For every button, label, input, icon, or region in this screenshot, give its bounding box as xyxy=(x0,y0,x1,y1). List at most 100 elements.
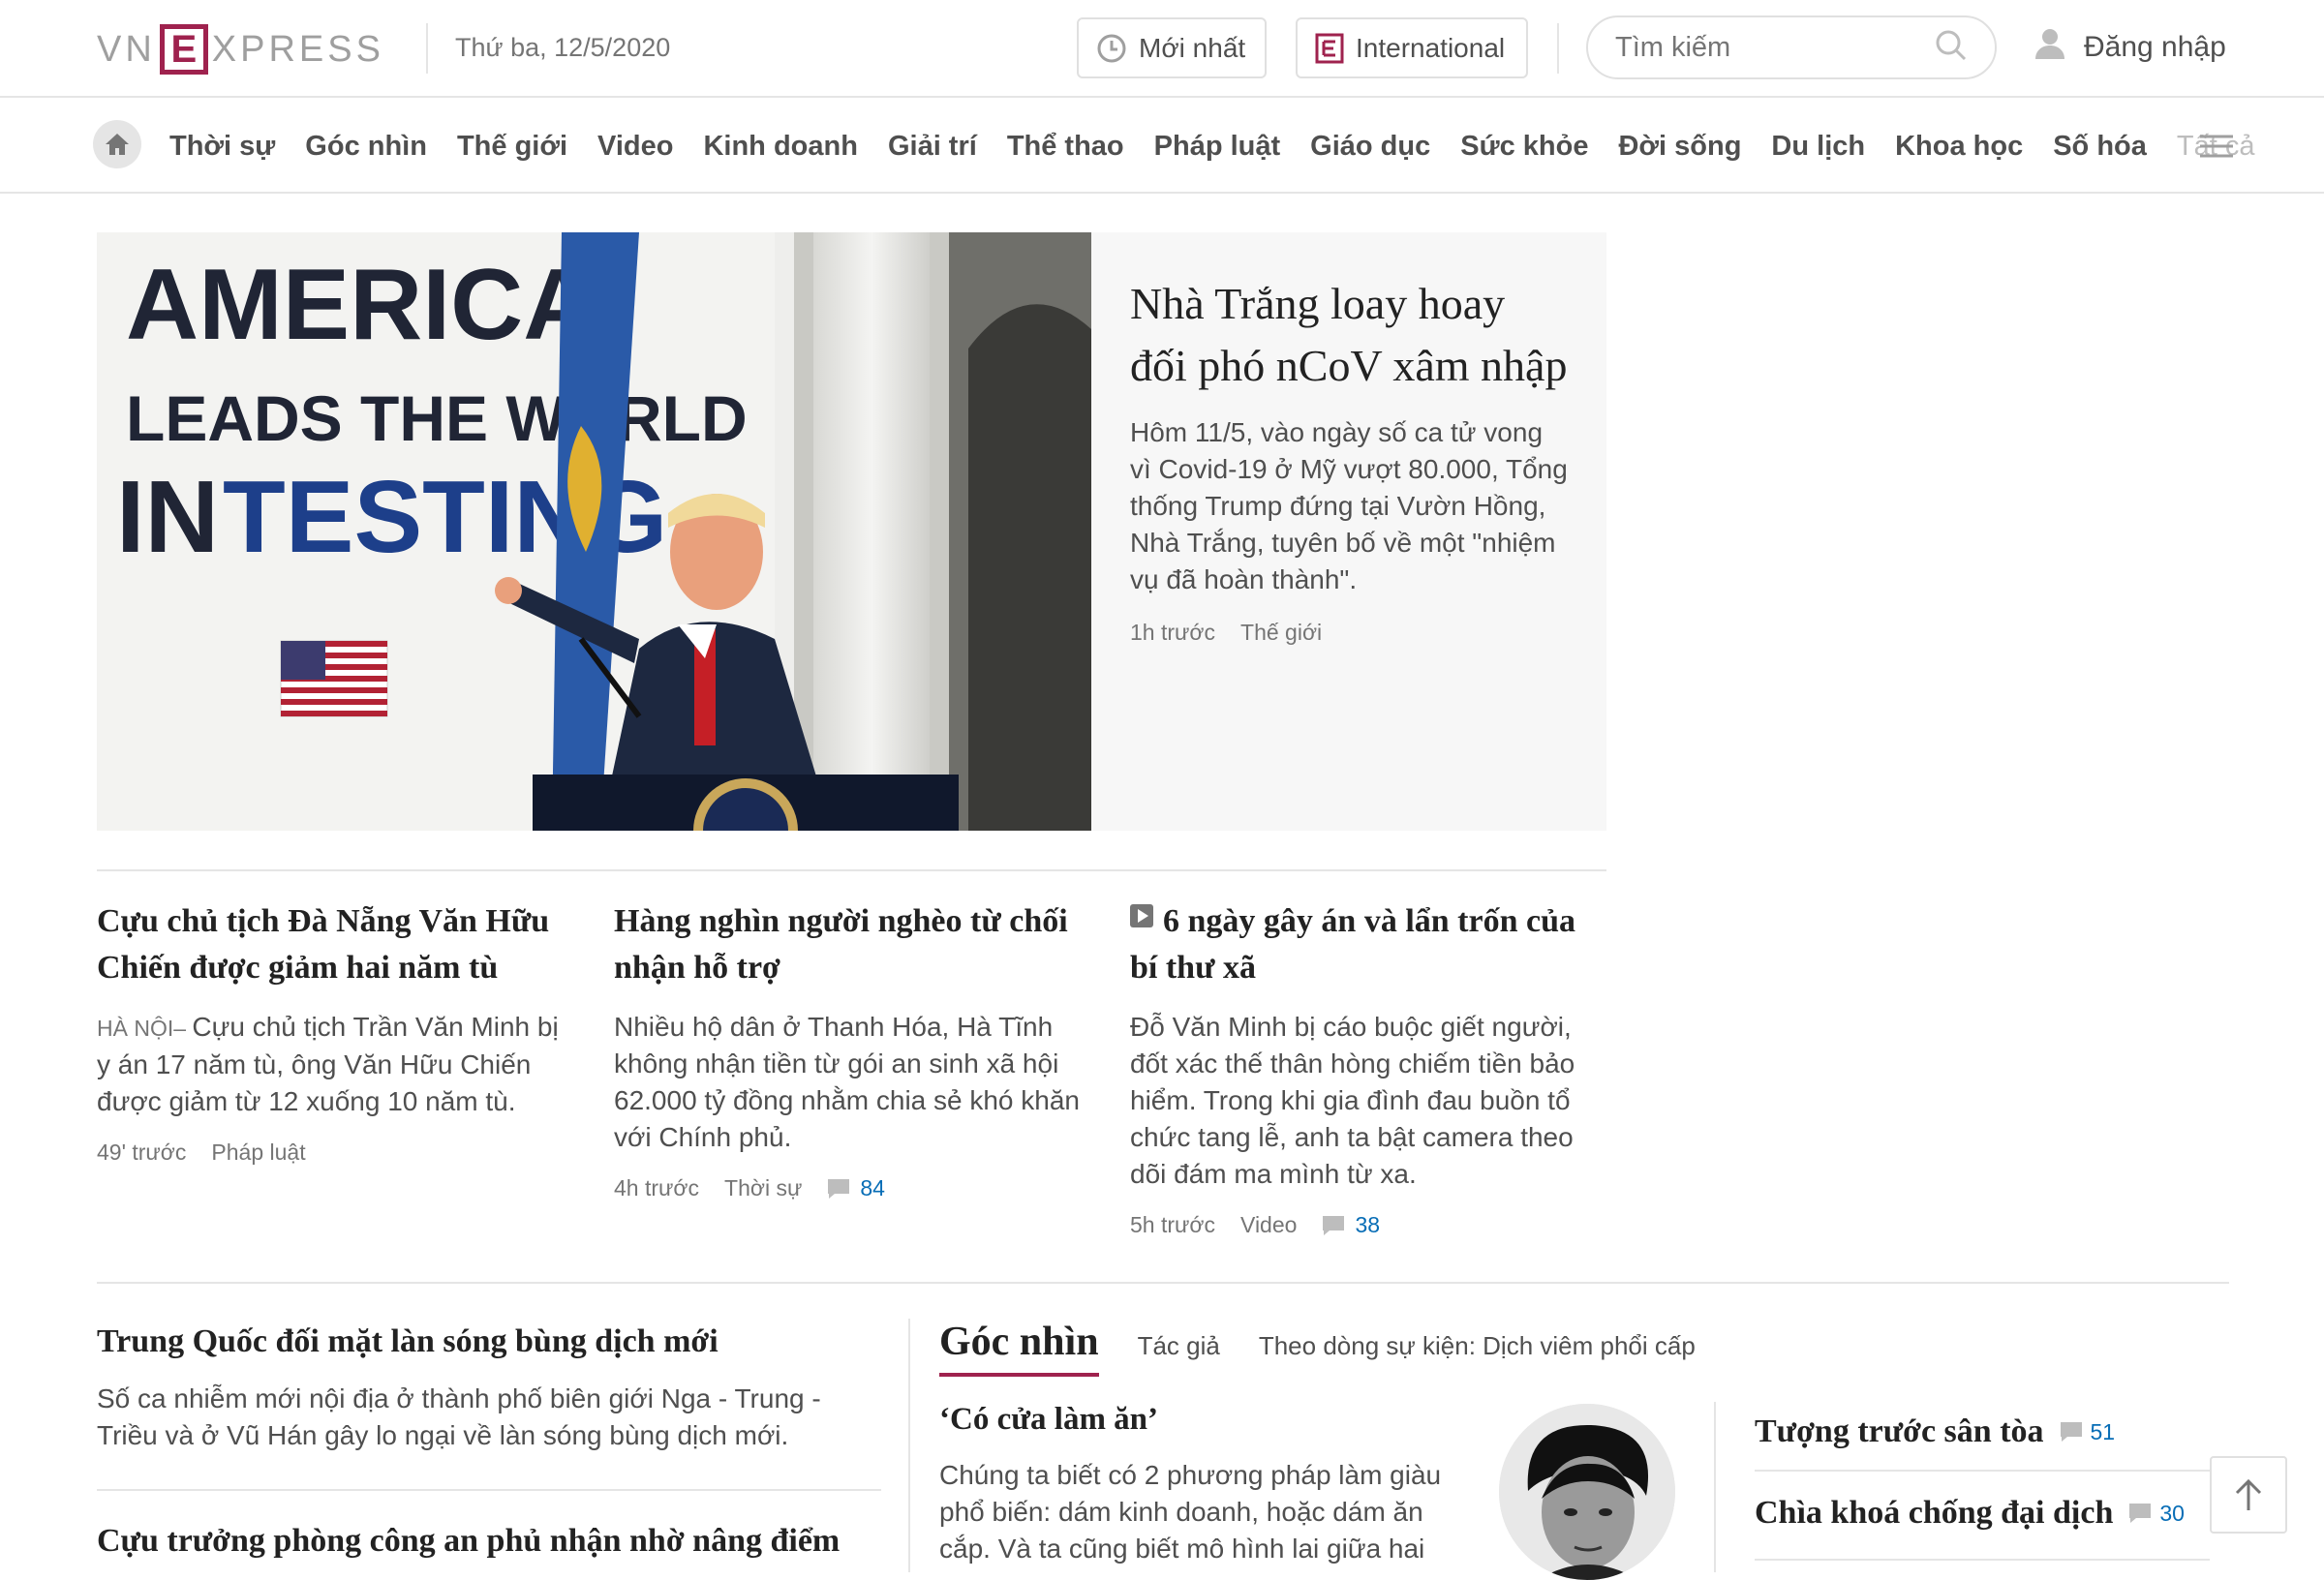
divider xyxy=(1755,1470,2210,1472)
hero-image[interactable]: AMERICA LEADS THE WORLD IN TESTING xyxy=(97,232,1091,831)
nav-item-giai-tri[interactable]: Giải trí xyxy=(888,131,977,163)
nav-items: Thời sự Góc nhìn Thế giới Video Kinh doa… xyxy=(169,131,2272,163)
nav-item-suc-khoe[interactable]: Sức khỏe xyxy=(1460,131,1588,163)
article-description[interactable]: Số ca nhiễm mới nội địa ở thành phố biên… xyxy=(97,1381,881,1454)
logo-e-box: E xyxy=(159,24,208,75)
article-description[interactable]: HÀ NỘI– Cựu chủ tịch Trần Văn Minh bị y … xyxy=(97,1009,576,1120)
article-meta: 4h trước Thời sự 84 xyxy=(614,1175,1093,1201)
banner-line-1: AMERICA xyxy=(126,249,596,361)
search-icon[interactable] xyxy=(1935,29,1968,67)
search-input[interactable]: Tìm kiếm xyxy=(1586,15,1997,79)
article-time: 4h trước xyxy=(614,1175,700,1200)
nav-item-goc-nhin[interactable]: Góc nhìn xyxy=(305,131,427,163)
video-play-icon xyxy=(1130,904,1153,927)
article-description[interactable]: Nhiều hộ dân ở Thanh Hóa, Hà Tĩnh không … xyxy=(614,1009,1093,1156)
divider xyxy=(1755,1559,2210,1561)
article-title[interactable]: 6 ngày gây án và lẩn trốn của bí thư xã xyxy=(1130,898,1609,991)
vnexpress-logo[interactable]: VN E XPRESS xyxy=(97,24,389,75)
comment-count-value: 38 xyxy=(1355,1212,1381,1237)
nav-item-giao-duc[interactable]: Giáo dục xyxy=(1310,131,1430,163)
nav-item-kinh-doanh[interactable]: Kinh doanh xyxy=(703,131,857,163)
article-time: 49' trước xyxy=(97,1139,187,1165)
nav-item-so-hoa[interactable]: Số hóa xyxy=(2053,131,2147,163)
article-title-text: 6 ngày gây án và lẩn trốn của bí thư xã xyxy=(1130,903,1575,986)
opinion-article: ‘Có cửa làm ăn’ Chúng ta biết có 2 phươn… xyxy=(939,1402,1462,1567)
top-header: VN E XPRESS Thứ ba, 12/5/2020 Mới nhất I… xyxy=(0,0,2324,98)
article-category[interactable]: Pháp luật xyxy=(211,1139,305,1166)
user-icon xyxy=(2034,27,2066,68)
side-article[interactable]: Chìa khoá chống đại dịch 30 xyxy=(1755,1495,2185,1532)
article-card: 6 ngày gây án và lẩn trốn của bí thư xã … xyxy=(1130,898,1609,1238)
comment-icon xyxy=(828,1178,850,1199)
hero-category[interactable]: Thế giới xyxy=(1240,620,1322,646)
divider xyxy=(1714,1402,1716,1572)
back-to-top-button[interactable] xyxy=(2210,1456,2287,1534)
divider xyxy=(1557,23,1559,74)
author-avatar[interactable] xyxy=(1499,1404,1675,1580)
nav-item-the-thao[interactable]: Thể thao xyxy=(1007,131,1124,163)
comment-count[interactable]: 51 xyxy=(2060,1418,2116,1445)
divider xyxy=(97,1282,2229,1284)
hero-description[interactable]: Hôm 11/5, vào ngày số ca tử vong vì Covi… xyxy=(1130,414,1568,598)
comment-count[interactable]: 84 xyxy=(827,1175,910,1201)
comment-count-value: 30 xyxy=(2159,1500,2185,1526)
comment-count-value: 84 xyxy=(860,1175,885,1200)
opinion-title[interactable]: ‘Có cửa làm ăn’ xyxy=(939,1402,1462,1438)
login-button[interactable]: Đăng nhập xyxy=(2034,27,2226,68)
article-category[interactable]: Thời sự xyxy=(724,1175,802,1201)
banner-line-3a: IN xyxy=(116,460,219,574)
nav-item-the-gioi[interactable]: Thế giới xyxy=(457,131,567,163)
comment-count[interactable]: 30 xyxy=(2128,1501,2185,1527)
opinion-description[interactable]: Chúng ta biết có 2 phương pháp làm giàu … xyxy=(939,1457,1462,1567)
home-icon[interactable] xyxy=(93,120,141,168)
nav-item-video[interactable]: Video xyxy=(597,131,673,163)
comment-icon xyxy=(1323,1215,1345,1235)
us-flag-icon xyxy=(280,640,388,717)
comment-count-value: 51 xyxy=(2090,1418,2116,1444)
article-meta: 49' trước Pháp luật xyxy=(97,1139,576,1166)
login-label: Đăng nhập xyxy=(2084,31,2226,63)
main-nav: Thời sự Góc nhìn Thế giới Video Kinh doa… xyxy=(0,99,2324,194)
nav-item-doi-song[interactable]: Đời sống xyxy=(1618,131,1741,163)
nav-item-phap-luat[interactable]: Pháp luật xyxy=(1154,131,1281,163)
article-title[interactable]: Hàng nghìn người nghèo từ chối nhận hỗ t… xyxy=(614,898,1093,991)
article-title[interactable]: Cựu trưởng phòng công an phủ nhận nhờ nâ… xyxy=(97,1518,968,1565)
international-button[interactable]: International xyxy=(1296,17,1528,78)
nav-item-du-lich[interactable]: Du lịch xyxy=(1771,131,1865,163)
nav-item-thoi-su[interactable]: Thời sự xyxy=(169,131,275,163)
goc-nhin-tab-author[interactable]: Tác giả xyxy=(1138,1331,1220,1361)
search-placeholder: Tìm kiếm xyxy=(1615,31,1731,63)
goc-nhin-header: Góc nhìn Tác giả Theo dòng sự kiện: Dịch… xyxy=(939,1319,1734,1377)
article-card: Cựu chủ tịch Đà Nẵng Văn Hữu Chiến được … xyxy=(97,898,576,1166)
article-meta: 5h trước Video 38 xyxy=(1130,1212,1609,1238)
nav-item-khoa-hoc[interactable]: Khoa học xyxy=(1895,131,2023,163)
goc-nhin-title[interactable]: Góc nhìn xyxy=(939,1319,1099,1377)
article-card: Trung Quốc đối mặt làn sóng bùng dịch mớ… xyxy=(97,1319,881,1454)
divider xyxy=(426,23,428,74)
menu-icon[interactable] xyxy=(2200,134,2233,164)
article-description[interactable]: Đỗ Văn Minh bị cáo buộc giết người, đốt … xyxy=(1130,1009,1609,1193)
hero-time: 1h trước xyxy=(1130,620,1216,645)
divider xyxy=(908,1319,910,1572)
vnexpress-e-icon xyxy=(1315,33,1344,64)
international-label: International xyxy=(1356,32,1506,63)
article-location: HÀ NỘI– xyxy=(97,1016,193,1041)
logo-xpress: XPRESS xyxy=(211,28,384,70)
article-title[interactable]: Trung Quốc đối mặt làn sóng bùng dịch mớ… xyxy=(97,1319,881,1365)
comment-icon xyxy=(2060,1422,2082,1442)
side-article-title: Tượng trước sân tòa xyxy=(1755,1413,2044,1449)
hero-title[interactable]: Nhà Trắng loay hoay đối phó nCoV xâm nhậ… xyxy=(1130,273,1568,397)
latest-news-button[interactable]: Mới nhất xyxy=(1077,17,1267,78)
hero-meta: 1h trước Thế giới xyxy=(1130,620,1568,646)
logo-vn: VN xyxy=(97,28,156,70)
article-time: 5h trước xyxy=(1130,1212,1216,1237)
goc-nhin-tab-event[interactable]: Theo dòng sự kiện: Dịch viêm phổi cấp xyxy=(1259,1331,1696,1361)
comment-icon xyxy=(2129,1504,2152,1523)
article-card: Cựu trưởng phòng công an phủ nhận nhờ nâ… xyxy=(97,1518,968,1565)
article-category[interactable]: Video xyxy=(1240,1212,1297,1238)
comment-count[interactable]: 38 xyxy=(1322,1212,1405,1238)
side-article[interactable]: Tượng trước sân tòa 51 xyxy=(1755,1413,2115,1450)
side-article-title: Chìa khoá chống đại dịch xyxy=(1755,1495,2114,1531)
article-title[interactable]: Cựu chủ tịch Đà Nẵng Văn Hữu Chiến được … xyxy=(97,898,576,991)
article-card: Hàng nghìn người nghèo từ chối nhận hỗ t… xyxy=(614,898,1093,1201)
